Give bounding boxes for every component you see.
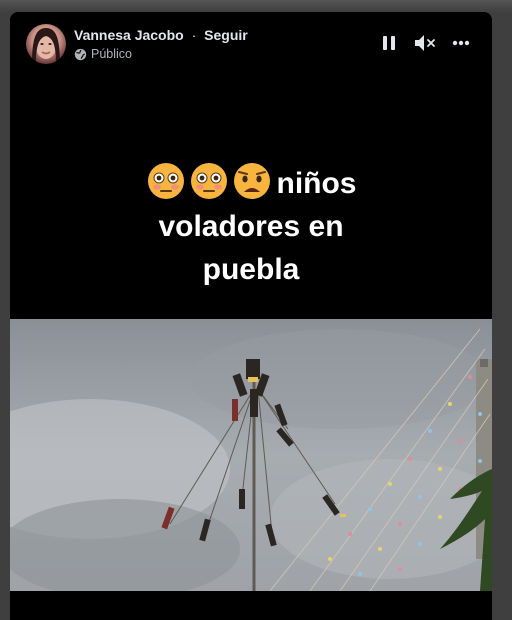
video-frame [10, 319, 492, 591]
caption-line-1: niños [10, 162, 492, 205]
author-line: Vannesa Jacobo · Seguir [74, 27, 248, 43]
flushed-face-icon [147, 163, 184, 200]
caption-text-1: niños [276, 167, 357, 200]
pause-button[interactable] [378, 32, 400, 54]
post-header: Vannesa Jacobo · Seguir Público [10, 12, 492, 76]
mute-button[interactable] [414, 32, 436, 54]
volume-muted-icon [415, 35, 435, 51]
privacy-indicator[interactable]: Público [74, 47, 132, 61]
globe-icon [74, 48, 87, 60]
window-edge [0, 0, 512, 12]
author-avatar[interactable] [26, 24, 66, 64]
author-name[interactable]: Vannesa Jacobo [74, 27, 184, 43]
separator-dot: · [191, 27, 197, 43]
more-options-icon [452, 40, 470, 46]
pause-icon [383, 36, 395, 50]
flushed-face-icon [190, 163, 227, 200]
video-controls [364, 32, 472, 54]
emoji-row [146, 161, 275, 201]
follow-button[interactable]: Seguir [204, 27, 248, 43]
video-player[interactable]: niños voladores en puebla [10, 76, 492, 620]
video-caption: niños voladores en puebla [10, 162, 492, 291]
anguished-face-icon [233, 163, 270, 200]
caption-line-3: puebla [202, 253, 300, 287]
caption-line-2: voladores en [158, 210, 344, 244]
more-options-button[interactable] [450, 32, 472, 54]
video-post: Vannesa Jacobo · Seguir Público niños vo… [10, 12, 492, 620]
privacy-label: Público [91, 47, 132, 61]
